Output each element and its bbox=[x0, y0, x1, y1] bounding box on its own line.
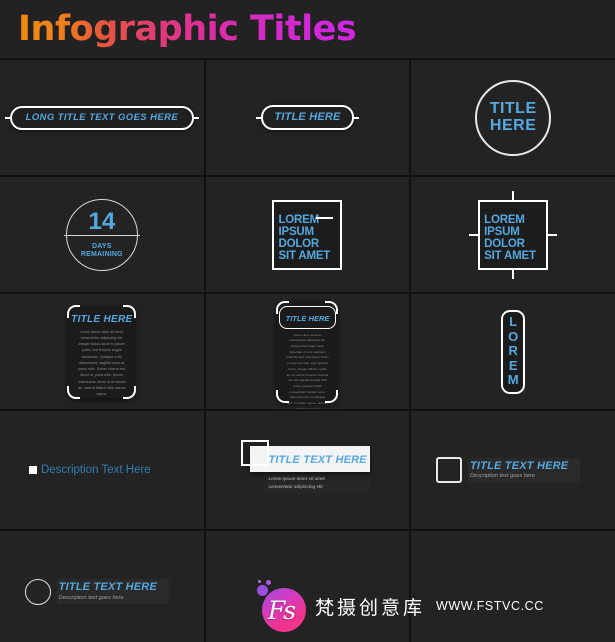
box-title-line3: DOLOR bbox=[278, 238, 320, 251]
corner-bracket-icon bbox=[276, 300, 290, 314]
card-title: TITLE HERE bbox=[285, 313, 330, 323]
icon-title-textblock: TITLE TEXT HERE Description text goes he… bbox=[467, 457, 581, 483]
card-body-text: Lorem ipsum dolor sit amet, consectetur … bbox=[77, 329, 126, 397]
white-bar-subtext-line2: consectetur adipiscing elit bbox=[268, 483, 323, 489]
crosshair-tick-left-icon bbox=[469, 233, 481, 236]
template-cell-box-title[interactable]: LOREM IPSUM DOLOR SIT AMET bbox=[205, 177, 410, 292]
corner-bracket-icon bbox=[67, 385, 81, 399]
watermark-logo-icon: Fs bbox=[256, 580, 308, 632]
crosshair-tick-right-icon bbox=[546, 233, 558, 236]
icon-title: TITLE TEXT HERE bbox=[469, 459, 569, 472]
box-title-line3: DOLOR bbox=[484, 238, 525, 251]
template-cell-long-title-pill[interactable]: LONG TITLE TEXT GOES HERE bbox=[0, 60, 204, 175]
bullet-description-row[interactable]: Description Text Here bbox=[28, 464, 151, 476]
box-title-line2: IPSUM bbox=[484, 226, 520, 239]
countdown-divider bbox=[63, 234, 140, 236]
corner-bracket-icon bbox=[325, 389, 339, 403]
card-body-text: Ipsum dolor sit amet consectetur adipisc… bbox=[286, 332, 329, 410]
template-cell-countdown-circle[interactable]: 14 DAYS REMAINING bbox=[0, 177, 204, 292]
watermark: Fs 梵摄创意库 WWW.FSTVC.CC bbox=[256, 580, 544, 632]
icon-title-row[interactable]: TITLE TEXT HERE Description text goes he… bbox=[24, 578, 169, 605]
corner-bracket-icon bbox=[67, 304, 81, 318]
template-cell-paragraph-card[interactable]: TITLE HERE Lorem ipsum dolor sit amet, c… bbox=[0, 294, 204, 409]
template-cell-circle-icon-title[interactable]: TITLE TEXT HERE Description text goes he… bbox=[0, 531, 204, 642]
template-cell-title-pill[interactable]: TITLE HERE bbox=[205, 60, 410, 175]
pill-banner-label: TITLE HERE bbox=[274, 111, 341, 123]
dash-icon bbox=[316, 216, 334, 219]
box-title-lines: LOREM IPSUM DOLOR SIT AMET bbox=[278, 214, 330, 262]
page-title: Infographic Titles bbox=[18, 9, 357, 49]
white-bar-group[interactable]: TITLE TEXT HERE Lorem ipsum dolor sit am… bbox=[241, 440, 371, 494]
countdown-number: 14 bbox=[88, 208, 116, 236]
template-grid: LONG TITLE TEXT GOES HERE TITLE HERE TIT… bbox=[0, 58, 615, 642]
circle-title-line1: TITLE bbox=[489, 100, 537, 118]
white-bar-title: TITLE TEXT HERE bbox=[268, 454, 367, 467]
corner-bracket-icon bbox=[123, 385, 137, 399]
vertical-letter: M bbox=[507, 372, 519, 388]
bullet-description-label: Description Text Here bbox=[40, 464, 151, 476]
icon-title-row[interactable]: TITLE TEXT HERE Description text goes he… bbox=[435, 457, 581, 483]
paragraph-card-tall[interactable]: TITLE HERE Ipsum dolor sit amet consecte… bbox=[276, 300, 339, 409]
box-title-frame[interactable]: LOREM IPSUM DOLOR SIT AMET bbox=[272, 199, 343, 270]
square-bullet-icon bbox=[28, 466, 37, 474]
watermark-brand-name: 梵摄创意库 bbox=[315, 596, 426, 619]
box-title-crosshair-frame[interactable]: LOREM IPSUM DOLOR SIT AMET bbox=[469, 199, 558, 270]
watermark-logo-text: Fs bbox=[267, 595, 296, 625]
box-title-line4: SIT AMET bbox=[484, 250, 536, 263]
countdown-circle[interactable]: 14 DAYS REMAINING bbox=[63, 198, 140, 271]
icon-subtitle: Description text goes here bbox=[58, 594, 124, 601]
countdown-label-line1: DAYS bbox=[92, 243, 112, 251]
infographic-titles-page: Infographic Titles LONG TITLE TEXT GOES … bbox=[0, 0, 615, 642]
pill-banner[interactable]: TITLE HERE bbox=[261, 105, 354, 130]
circle-title-line2: HERE bbox=[489, 116, 537, 134]
countdown-label: DAYS REMAINING bbox=[81, 243, 123, 259]
icon-subtitle: Description text goes here bbox=[469, 473, 535, 480]
template-cell-vertical-lorem[interactable]: L O R E M bbox=[411, 294, 615, 409]
circle-title-badge[interactable]: TITLE HERE bbox=[475, 79, 552, 156]
square-outline-icon bbox=[241, 440, 270, 467]
corner-bracket-icon bbox=[325, 300, 339, 314]
circle-outline-icon bbox=[24, 578, 51, 605]
vertical-letter: E bbox=[508, 357, 518, 373]
box-title-line4: SIT AMET bbox=[278, 250, 331, 263]
icon-title: TITLE TEXT HERE bbox=[58, 581, 157, 594]
box-title-lines: LOREM IPSUM DOLOR SIT AMET bbox=[484, 214, 536, 262]
bubble-icon bbox=[266, 580, 271, 585]
pill-banner[interactable]: LONG TITLE TEXT GOES HERE bbox=[9, 105, 195, 130]
template-cell-circle-title[interactable]: TITLE HERE bbox=[411, 60, 615, 175]
box-title-line2: IPSUM bbox=[278, 226, 314, 239]
vertical-letter: O bbox=[508, 328, 519, 344]
template-cell-box-title-crosshair[interactable]: LOREM IPSUM DOLOR SIT AMET bbox=[411, 177, 615, 292]
box-title-line1: LOREM bbox=[484, 214, 525, 227]
white-bar-subtext: Lorem ipsum dolor sit amet consectetur a… bbox=[264, 472, 371, 494]
icon-title-textblock: TITLE TEXT HERE Description text goes he… bbox=[56, 579, 169, 604]
template-cell-bullet-description[interactable]: Description Text Here bbox=[0, 411, 204, 529]
template-cell-white-bar-title[interactable]: TITLE TEXT HERE Lorem ipsum dolor sit am… bbox=[205, 411, 410, 529]
watermark-url: WWW.FSTVC.CC bbox=[436, 599, 544, 613]
vertical-letter: L bbox=[509, 314, 518, 330]
paragraph-card[interactable]: TITLE HERE Lorem ipsum dolor sit amet, c… bbox=[67, 304, 137, 399]
pill-banner-label: LONG TITLE TEXT GOES HERE bbox=[25, 111, 179, 123]
white-bar-subtext-line1: Lorem ipsum dolor sit amet bbox=[268, 476, 325, 482]
corner-bracket-icon bbox=[123, 304, 137, 318]
bubble-icon bbox=[258, 580, 261, 583]
countdown-label-line2: REMAINING bbox=[80, 251, 123, 258]
vertical-pill[interactable]: L O R E M bbox=[501, 309, 526, 394]
vertical-letter: R bbox=[508, 343, 518, 359]
template-cell-paragraph-card-tall[interactable]: TITLE HERE Ipsum dolor sit amet consecte… bbox=[205, 294, 410, 409]
template-cell-square-icon-title[interactable]: TITLE TEXT HERE Description text goes he… bbox=[411, 411, 615, 529]
square-outline-icon bbox=[435, 457, 462, 483]
corner-bracket-icon bbox=[276, 389, 290, 403]
page-header: Infographic Titles bbox=[0, 0, 615, 58]
